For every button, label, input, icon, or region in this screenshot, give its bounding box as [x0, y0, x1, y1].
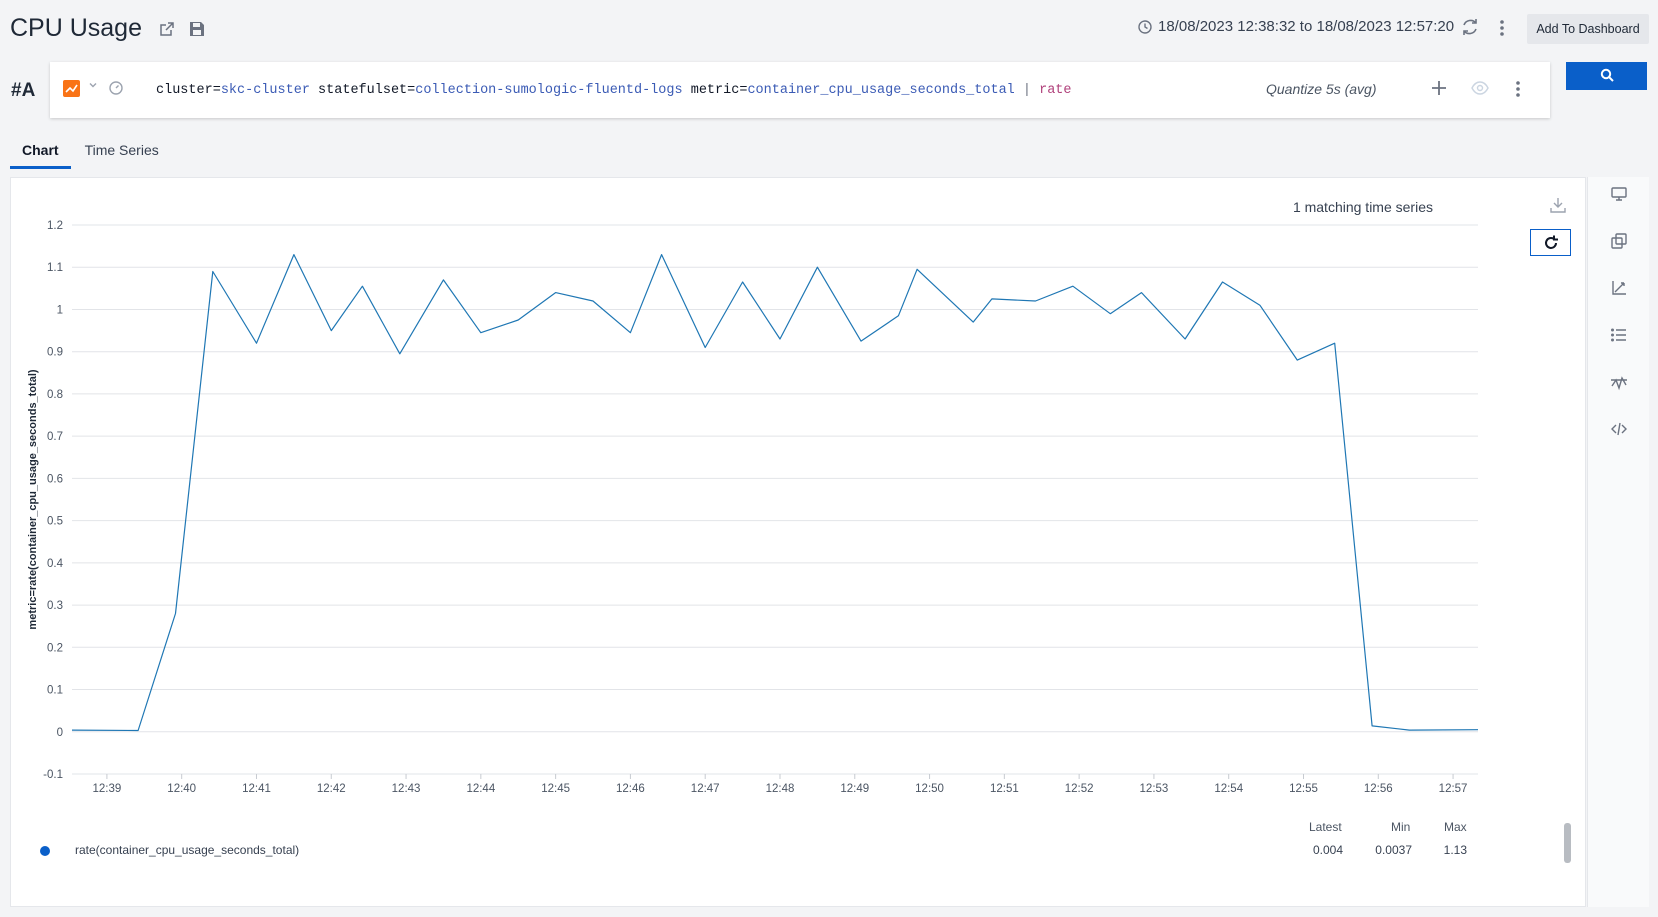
- x-tick-label: 12:42: [317, 783, 346, 795]
- x-tick-label: 12:40: [167, 783, 196, 795]
- y-tick-label: 1.2: [47, 220, 63, 232]
- legend-series-dot[interactable]: [40, 846, 50, 856]
- y-tick-label: 0.6: [47, 473, 63, 485]
- header: CPU Usage 18/08/2023 12:38:32 to 18/08/2…: [0, 0, 1658, 58]
- x-tick-label: 12:46: [616, 783, 645, 795]
- x-tick-label: 12:55: [1289, 783, 1318, 795]
- save-icon[interactable]: [188, 20, 206, 38]
- query-value: skc-cluster: [220, 83, 310, 98]
- clock-icon: [1138, 19, 1152, 34]
- display-icon[interactable]: [1610, 185, 1628, 203]
- x-tick-label: 12:47: [691, 783, 720, 795]
- gauge-icon[interactable]: [108, 80, 124, 96]
- code-icon[interactable]: [1610, 420, 1628, 438]
- refresh-icon[interactable]: [1460, 17, 1480, 37]
- x-tick-label: 12:53: [1140, 783, 1169, 795]
- tab-time-series[interactable]: Time Series: [73, 140, 171, 169]
- search-icon: [1600, 68, 1614, 82]
- list-icon[interactable]: [1610, 326, 1628, 344]
- quantize-setting[interactable]: Quantize 5s (avg): [1266, 81, 1377, 97]
- legend-max-value: 1.13: [1443, 843, 1467, 857]
- y-tick-label: 1.1: [47, 262, 63, 274]
- y-tick-label: 0.8: [47, 389, 63, 401]
- query-key: cluster=: [156, 83, 221, 98]
- add-query-icon[interactable]: [1429, 78, 1449, 98]
- x-tick-label: 12:50: [915, 783, 944, 795]
- query-kebab-menu-icon[interactable]: [1510, 78, 1526, 100]
- copy-icon[interactable]: [1610, 232, 1628, 250]
- query-label: #A: [11, 80, 36, 101]
- kebab-menu-icon[interactable]: [1494, 17, 1510, 39]
- y-tick-label: 1: [57, 304, 63, 316]
- x-tick-label: 12:56: [1364, 783, 1393, 795]
- x-tick-label: 12:48: [766, 783, 795, 795]
- legend-min-value: 0.0037: [1375, 843, 1412, 857]
- legend-header-min: Min: [1391, 820, 1411, 834]
- time-range-text: 18/08/2023 12:38:32 to 18/08/2023 12:57:…: [1158, 18, 1455, 35]
- x-tick-label: 12:39: [93, 783, 122, 795]
- x-tick-label: 12:41: [242, 783, 271, 795]
- y-tick-label: -0.1: [43, 769, 63, 781]
- y-tick-label: 0.5: [47, 516, 63, 528]
- x-tick-label: 12:52: [1065, 783, 1094, 795]
- legend-scrollbar[interactable]: [1564, 823, 1571, 863]
- query-operator: rate: [1039, 83, 1072, 98]
- query-key: metric=: [690, 83, 748, 98]
- legend-header-max: Max: [1444, 820, 1467, 834]
- x-tick-label: 12:44: [466, 783, 495, 795]
- threshold-icon[interactable]: [1610, 373, 1628, 391]
- result-tabs: Chart Time Series: [10, 140, 171, 169]
- run-search-button[interactable]: [1566, 62, 1647, 90]
- x-tick-label: 12:49: [840, 783, 869, 795]
- legend-latest-value: 0.004: [1312, 843, 1343, 857]
- y-tick-label: 0.9: [47, 347, 63, 359]
- query-row: #A cluster=skc-cluster statefulset=colle…: [0, 62, 1658, 122]
- y-tick-label: 0.1: [47, 685, 63, 697]
- add-to-dashboard-button[interactable]: Add To Dashboard: [1527, 14, 1649, 44]
- y-tick-label: 0: [57, 727, 63, 739]
- query-value: container_cpu_usage_seconds_total: [747, 83, 1015, 98]
- y-tick-label: 0.2: [47, 642, 63, 654]
- visualization-type-button[interactable]: [63, 80, 80, 97]
- x-tick-label: 12:54: [1214, 783, 1243, 795]
- x-tick-label: 12:45: [541, 783, 570, 795]
- chart-settings-rail: [1587, 177, 1649, 907]
- series-line[interactable]: [71, 254, 1479, 732]
- y-tick-label: 0.3: [47, 600, 63, 612]
- time-range-picker[interactable]: 18/08/2023 12:38:32 to 18/08/2023 12:57:…: [1138, 18, 1454, 35]
- query-key: statefulset=: [318, 83, 416, 98]
- query-pipe: |: [1022, 83, 1031, 98]
- x-tick-label: 12:51: [990, 783, 1019, 795]
- y-axis-label: metric=rate(container_cpu_usage_seconds_…: [27, 369, 39, 629]
- legend-header-latest: Latest: [1309, 820, 1342, 834]
- chart-panel: 1 matching time series -0.1 0 0.1 0.2 0.3 0.4…: [10, 177, 1586, 907]
- y-tick-label: 0.4: [47, 558, 64, 570]
- legend: Latest Min Max rate(container_cpu_usage_…: [11, 817, 1587, 867]
- tab-chart[interactable]: Chart: [10, 140, 71, 169]
- y-tick-label: 0.7: [47, 431, 63, 443]
- page-title: CPU Usage: [10, 14, 142, 42]
- axis-icon[interactable]: [1610, 279, 1628, 297]
- x-tick-label: 12:43: [392, 783, 421, 795]
- x-tick-label: 12:57: [1439, 783, 1468, 795]
- chart-line-icon: [65, 84, 78, 93]
- line-chart[interactable]: -0.1 0 0.1 0.2 0.3 0.4 0.5 0.6 0.7 0.8 0.9 1 1.1 1.2 1…: [11, 178, 1587, 818]
- legend-series-name[interactable]: rate(container_cpu_usage_seconds_total): [75, 843, 299, 857]
- share-icon[interactable]: [158, 20, 176, 38]
- visibility-eye-icon[interactable]: [1471, 80, 1489, 96]
- query-editor[interactable]: cluster=skc-cluster statefulset=collecti…: [50, 62, 1550, 118]
- query-value: collection-sumologic-fluentd-logs: [415, 83, 683, 98]
- query-text[interactable]: cluster=skc-cluster statefulset=collecti…: [156, 83, 1072, 98]
- chevron-down-icon[interactable]: [88, 80, 98, 90]
